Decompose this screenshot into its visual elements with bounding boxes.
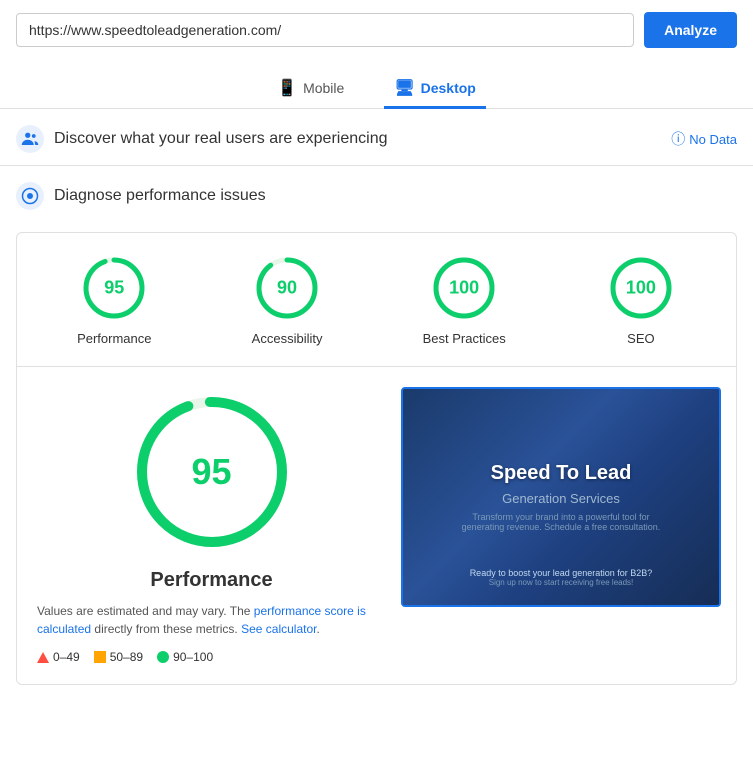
info-icon: ⓘ	[671, 129, 685, 149]
performance-detail: 95 Performance Values are estimated and …	[17, 367, 736, 684]
score-card-accessibility: 90 Accessibility	[252, 253, 323, 346]
url-input[interactable]	[16, 13, 634, 47]
seo-score: 100	[626, 278, 656, 299]
accessibility-circle: 90	[252, 253, 322, 323]
tab-row: 📱 Mobile 🖥 Desktop	[0, 60, 753, 109]
diagnose-section: Diagnose performance issues	[0, 166, 753, 222]
tab-mobile[interactable]: 📱 Mobile	[267, 70, 354, 109]
score-card-best-practices: 100 Best Practices	[423, 253, 506, 346]
screenshot-cta-text: Ready to boost your lead generation for …	[470, 568, 653, 578]
accessibility-label: Accessibility	[252, 331, 323, 346]
perf-title: Performance	[37, 569, 386, 592]
legend-pass: 90–100	[157, 650, 213, 664]
screenshot-title: Speed To Lead	[491, 462, 632, 485]
best-practices-score: 100	[449, 278, 479, 299]
fail-icon	[37, 652, 49, 663]
legend-fail-range: 0–49	[53, 650, 80, 664]
accessibility-score: 90	[277, 278, 297, 299]
score-card-seo: 100 SEO	[606, 253, 676, 346]
score-card-performance: 95 Performance	[77, 253, 151, 346]
seo-label: SEO	[627, 331, 654, 346]
average-icon	[94, 651, 106, 663]
score-cards: 95 Performance 90 Accessibility	[17, 233, 736, 366]
analyze-button[interactable]: Analyze	[644, 12, 737, 48]
legend-fail: 0–49	[37, 650, 80, 664]
perf-big-score: 95	[191, 451, 231, 493]
screenshot-box: Speed To Lead Generation Services Transf…	[401, 387, 721, 607]
screenshot-overlay: Speed To Lead Generation Services Transf…	[403, 389, 719, 605]
perf-note: Values are estimated and may vary. The p…	[37, 602, 386, 638]
tab-desktop[interactable]: 🖥 Desktop	[384, 70, 486, 109]
top-bar: Analyze	[0, 0, 753, 60]
screenshot-cta: Ready to boost your lead generation for …	[470, 568, 653, 587]
no-data-link[interactable]: ⓘ No Data	[671, 129, 737, 149]
screenshot-body: Transform your brand into a powerful too…	[461, 512, 661, 532]
tab-mobile-label: Mobile	[303, 80, 344, 96]
legend-pass-range: 90–100	[173, 650, 213, 664]
diagnose-title: Diagnose performance issues	[54, 187, 737, 205]
seo-circle: 100	[606, 253, 676, 323]
performance-label: Performance	[77, 331, 151, 346]
real-users-icon	[16, 125, 44, 153]
legend-average-range: 50–89	[110, 650, 143, 664]
performance-circle: 95	[79, 253, 149, 323]
calc-link[interactable]: See calculator	[241, 622, 316, 636]
perf-right: Speed To Lead Generation Services Transf…	[396, 387, 726, 664]
performance-score: 95	[104, 278, 124, 299]
real-users-title: Discover what your real users are experi…	[54, 130, 661, 148]
best-practices-label: Best Practices	[423, 331, 506, 346]
screenshot-subtitle: Generation Services	[502, 491, 620, 506]
screenshot-cta-sub: Sign up now to start receiving free lead…	[470, 578, 653, 587]
real-users-section: Discover what your real users are experi…	[0, 109, 753, 166]
diagnose-icon	[16, 182, 44, 210]
score-section: 95 Performance 90 Accessibility	[16, 232, 737, 685]
legend-row: 0–49 50–89 90–100	[37, 650, 213, 664]
perf-left: 95 Performance Values are estimated and …	[27, 387, 396, 664]
best-practices-circle: 100	[429, 253, 499, 323]
no-data-label: No Data	[689, 132, 737, 147]
pass-icon	[157, 651, 169, 663]
desktop-icon: 🖥	[394, 78, 414, 98]
perf-big-circle: 95	[127, 387, 297, 557]
mobile-icon: 📱	[277, 78, 297, 98]
legend-average: 50–89	[94, 650, 143, 664]
tab-desktop-label: Desktop	[421, 80, 476, 96]
